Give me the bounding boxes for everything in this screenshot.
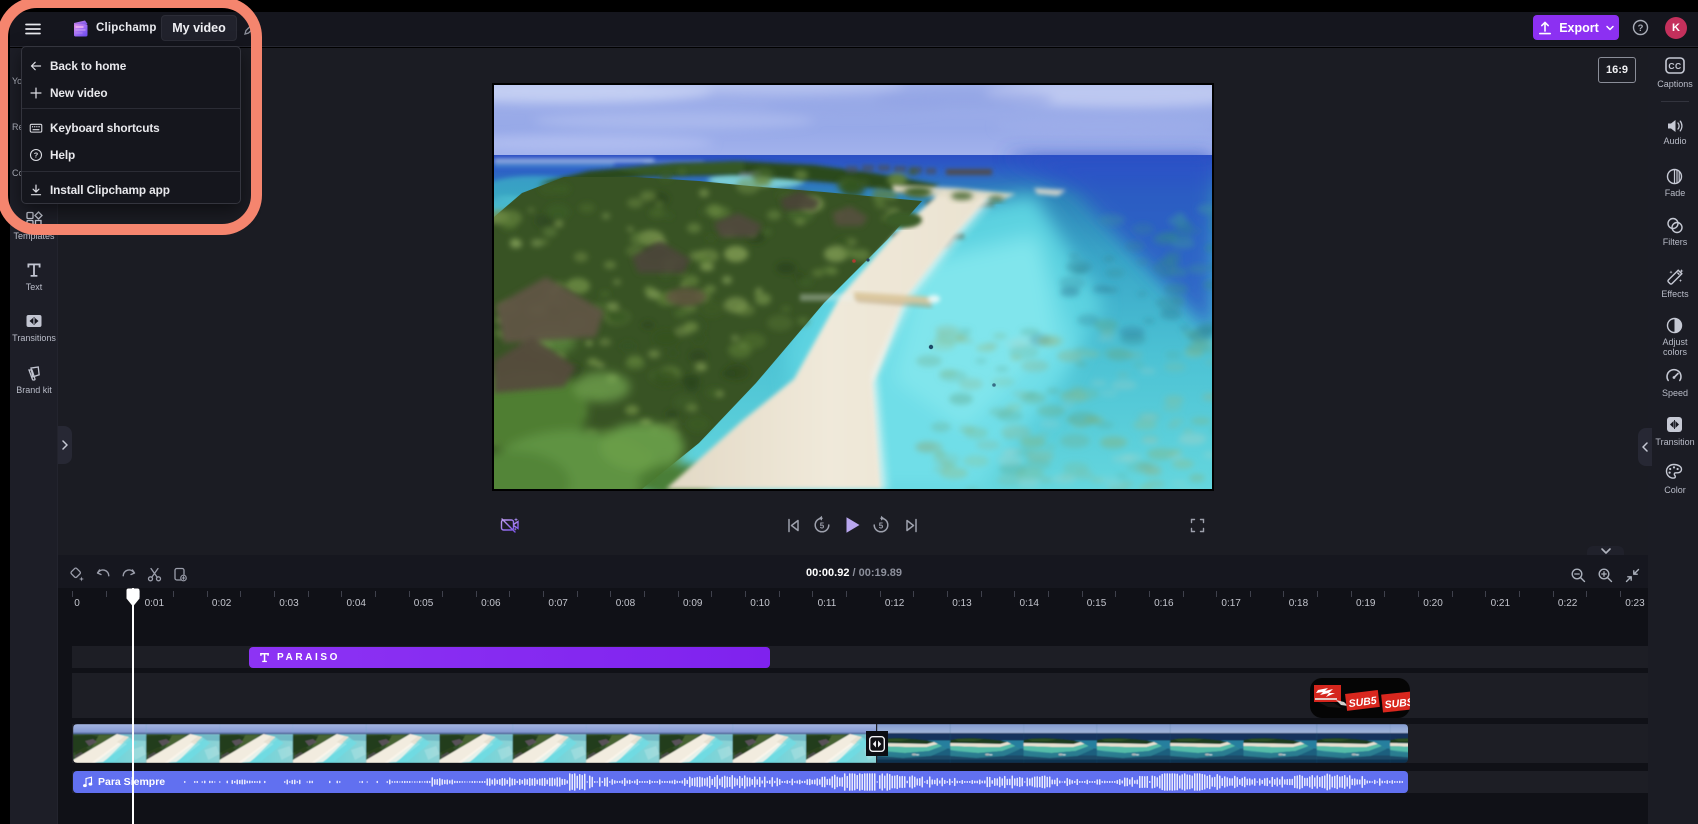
svg-text:?: ? xyxy=(1638,23,1644,34)
svg-text:SUBS: SUBS xyxy=(1384,696,1410,711)
svg-text:CC: CC xyxy=(1668,61,1681,71)
svg-text:5: 5 xyxy=(820,521,825,530)
svg-text:5: 5 xyxy=(879,521,884,530)
